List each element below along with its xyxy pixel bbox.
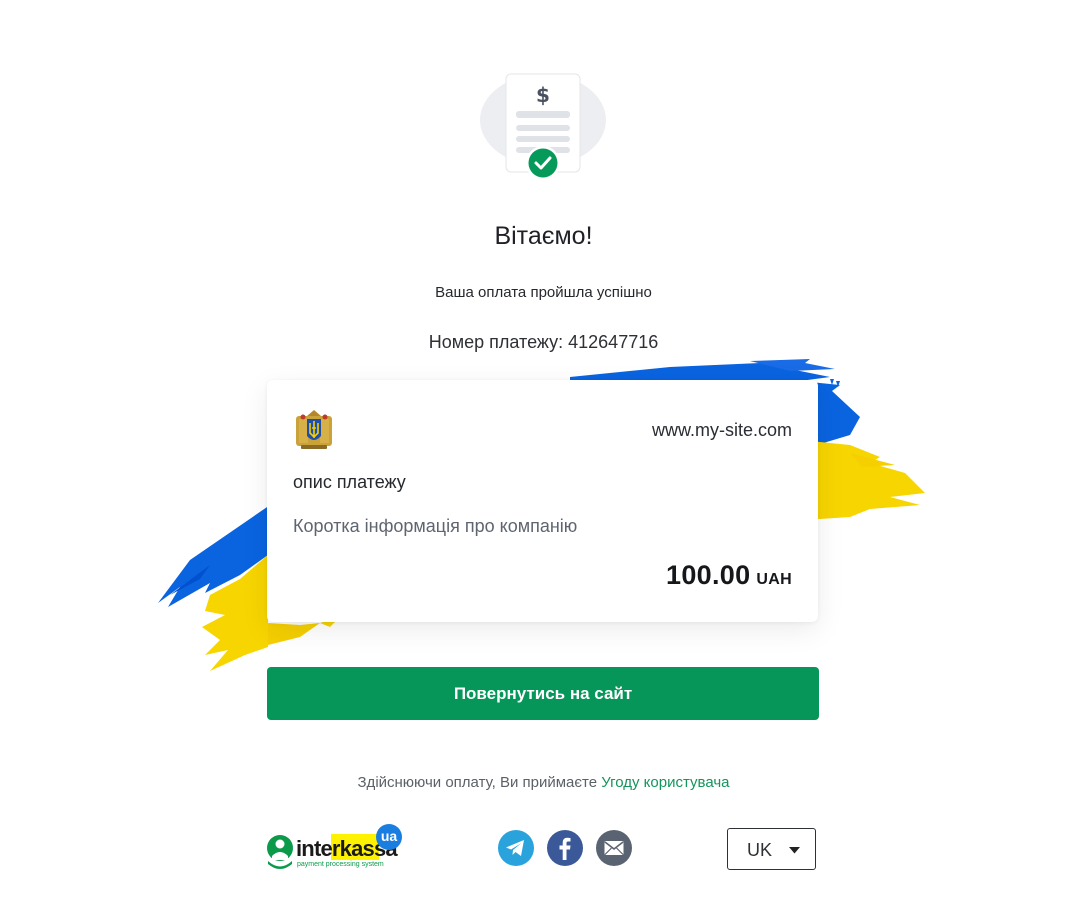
logo-tagline: payment processing system xyxy=(297,861,384,868)
success-message: Ваша оплата пройшла успішно xyxy=(435,284,652,301)
page-title: Вітаємо! xyxy=(494,222,593,250)
amount-currency: UAH xyxy=(756,571,792,588)
invoice-check-icon: $ xyxy=(480,73,606,180)
svg-text:$: $ xyxy=(536,83,550,107)
caret-down-icon xyxy=(789,847,800,854)
payment-description: опис платежу xyxy=(293,472,406,492)
amount-value: 100.00 xyxy=(666,560,751,590)
interkassa-person-icon xyxy=(267,835,293,869)
user-agreement-link[interactable]: Угоду користувача xyxy=(601,774,729,791)
email-icon[interactable] xyxy=(596,830,632,866)
ukraine-coat-of-arms-icon xyxy=(296,410,332,449)
terms-prefix: Здійснюючи оплату, Ви приймаєте xyxy=(357,774,598,791)
payment-card: www.my-site.com опис платежу Коротка інф… xyxy=(267,380,818,622)
logo-badge: ua xyxy=(376,824,402,850)
telegram-icon[interactable] xyxy=(498,830,534,866)
payment-number: Номер платежу: 412647716 xyxy=(428,332,659,352)
terms-notice: Здійснюючи оплату, Ви приймаєте Угоду ко… xyxy=(0,774,1087,791)
interkassa-logo[interactable]: interkassa ua payment processing system xyxy=(266,824,406,876)
language-value: UK xyxy=(747,840,773,860)
merchant-site: www.my-site.com xyxy=(651,420,792,440)
return-to-site-button[interactable]: Повернутись на сайт xyxy=(267,667,819,720)
payment-amount: 100.00 UAH xyxy=(666,560,792,591)
language-select[interactable]: UK xyxy=(727,828,816,870)
company-info: Коротка інформація про компанію xyxy=(293,516,578,536)
facebook-icon[interactable] xyxy=(547,830,583,866)
